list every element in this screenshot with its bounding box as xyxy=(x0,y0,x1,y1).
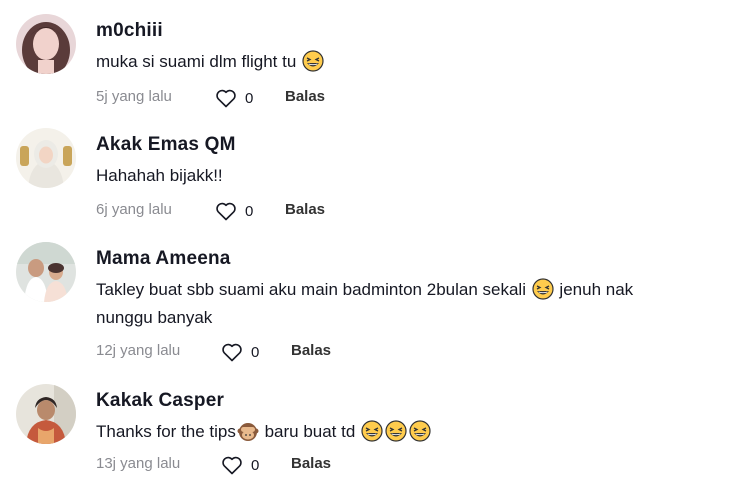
comment-meta: 12j yang lalu 0 Balas xyxy=(96,340,396,364)
comment-text-segment: Thanks for the tips xyxy=(96,422,236,441)
comment-username[interactable]: Akak Emas QM xyxy=(96,134,236,156)
heart-icon xyxy=(216,202,236,221)
see-no-evil-monkey-emoji xyxy=(237,423,259,441)
comment-meta: 13j yang lalu 0 Balas xyxy=(96,453,396,477)
grinning-squinting-emoji xyxy=(532,278,554,300)
grinning-squinting-emoji xyxy=(385,420,407,442)
reply-button[interactable]: Balas xyxy=(285,88,325,105)
reply-button[interactable]: Balas xyxy=(291,342,331,359)
like-count: 0 xyxy=(251,343,260,361)
avatar[interactable] xyxy=(16,384,76,444)
grinning-squinting-emoji xyxy=(361,420,383,442)
heart-icon xyxy=(222,456,242,475)
avatar[interactable] xyxy=(16,128,76,188)
comment-timestamp: 5j yang lalu xyxy=(96,88,172,105)
heart-icon xyxy=(216,89,236,108)
comment-text: Thanks for the tips baru buat td xyxy=(96,418,726,446)
like-button[interactable]: 0 xyxy=(214,86,253,110)
comment-text-segment: Takley buat sbb suami aku main badminton… xyxy=(96,280,531,299)
avatar[interactable] xyxy=(16,14,76,74)
comment-text: Takley buat sbb suami aku main badminton… xyxy=(96,276,726,332)
comment-text-segment: jenuh nak xyxy=(554,280,634,299)
comment-text-segment: muka si suami dlm flight tu xyxy=(96,52,302,71)
comment-timestamp: 12j yang lalu xyxy=(96,342,181,359)
comment-timestamp: 13j yang lalu xyxy=(96,455,181,472)
comment-meta: 6j yang lalu 0 Balas xyxy=(96,199,396,223)
heart-icon xyxy=(222,343,242,362)
reply-button[interactable]: Balas xyxy=(291,455,331,472)
like-button[interactable]: 0 xyxy=(220,453,259,477)
like-count: 0 xyxy=(245,202,254,220)
like-count: 0 xyxy=(245,89,254,107)
comment-text: muka si suami dlm flight tu xyxy=(96,48,726,76)
comment-text: Hahahah bijakk!! xyxy=(96,166,223,185)
avatar[interactable] xyxy=(16,242,76,302)
comment-timestamp: 6j yang lalu xyxy=(96,201,172,218)
like-button[interactable]: 0 xyxy=(214,199,253,223)
comment-username[interactable]: m0chiii xyxy=(96,20,163,42)
grinning-squinting-emoji xyxy=(409,420,431,442)
like-count: 0 xyxy=(251,456,260,474)
reply-button[interactable]: Balas xyxy=(285,201,325,218)
comment-username[interactable]: Mama Ameena xyxy=(96,248,231,270)
grinning-squinting-emoji xyxy=(302,50,324,72)
comment-username[interactable]: Kakak Casper xyxy=(96,390,224,412)
like-button[interactable]: 0 xyxy=(220,340,259,364)
comment-text-segment: nunggu banyak xyxy=(96,308,213,327)
comment-meta: 5j yang lalu 0 Balas xyxy=(96,86,396,110)
comment-text-segment: baru buat td xyxy=(259,422,361,441)
